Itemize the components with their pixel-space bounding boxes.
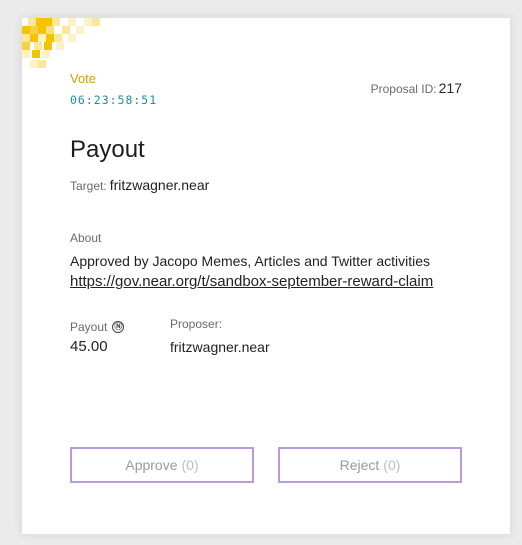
proposal-id-value: 217 — [438, 80, 462, 96]
approve-count: (0) — [181, 457, 199, 473]
proposal-id-label: Proposal ID: — [370, 82, 437, 96]
near-icon: Ⓝ — [112, 321, 125, 333]
proposal-status: Vote — [70, 71, 97, 86]
payout-label: Payout — [70, 320, 108, 334]
proposal-target: Target: fritzwagner.near — [70, 177, 209, 193]
proposer-value: fritzwagner.near — [170, 339, 270, 355]
target-value: fritzwagner.near — [109, 177, 210, 193]
about-label: About — [70, 231, 102, 245]
voting-countdown: 06:23:58:51 — [70, 93, 158, 107]
payout-value: 45.00 — [70, 338, 108, 355]
payout-label-group: Payout Ⓝ — [70, 320, 125, 334]
reject-button[interactable]: Reject (0) — [278, 447, 462, 483]
proposal-title: Payout — [70, 136, 145, 163]
reject-label: Reject — [339, 457, 380, 473]
approve-label: Approve — [125, 457, 178, 473]
proposal-card: Vote 06:23:58:51 Proposal ID: 217 Payout … — [22, 18, 510, 534]
reject-count: (0) — [383, 457, 401, 473]
status-pixel-decoration — [22, 18, 112, 78]
proposal-id: Proposal ID: 217 — [371, 80, 462, 96]
about-text: Approved by Jacopo Memes, Articles and T… — [70, 253, 431, 269]
proposer-label: Proposer: — [170, 317, 223, 331]
about-link[interactable]: https://gov.near.org/t/sandbox-september… — [70, 273, 464, 290]
approve-button[interactable]: Approve (0) — [70, 447, 254, 483]
target-label: Target: — [70, 179, 107, 193]
